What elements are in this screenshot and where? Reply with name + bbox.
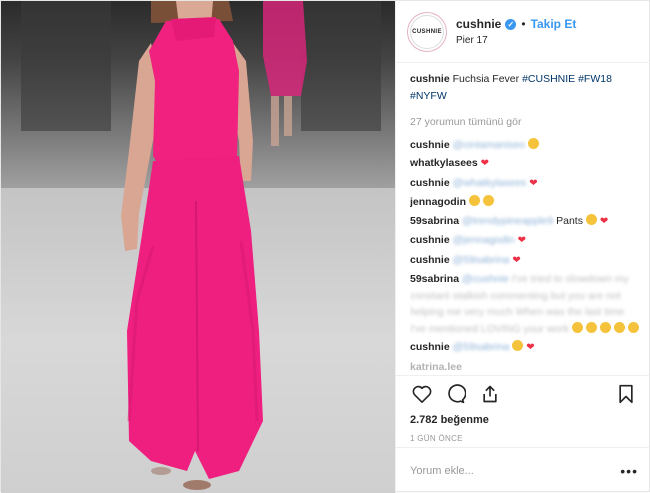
more-options-button[interactable]: ••• [620, 463, 638, 479]
comment-row: cushnie @59sabrina ❤ [410, 252, 642, 270]
runway-model-illustration [121, 1, 307, 490]
header-text: cushnie ✓ • Takip Et Pier 17 [456, 17, 576, 46]
hashtag-link[interactable]: #FW18 [578, 73, 612, 85]
heart-emoji-icon: ❤ [529, 177, 538, 189]
comment-mention[interactable]: @jennagodin [453, 234, 515, 246]
comment-username[interactable]: 59sabrina [410, 215, 459, 227]
smile-emoji-icon [528, 137, 540, 149]
post-header: CUSHNIE cushnie ✓ • Takip Et Pier 17 [396, 1, 650, 63]
comment-username[interactable]: cushnie [410, 139, 450, 151]
smile-emoji-icon [468, 195, 480, 206]
smile-emoji-icon [512, 340, 524, 351]
heart-outline-icon[interactable] [410, 382, 434, 406]
comment-mention[interactable]: @cintamaniseo [453, 139, 526, 151]
smile-emoji-icon [613, 321, 625, 333]
smile-emoji-icon [571, 321, 583, 333]
comment-row: whatkylasees ❤ [410, 155, 642, 173]
comment-row: cushnie @jennagodin ❤ [410, 232, 642, 250]
post-timestamp: 1 GÜN ÖNCE [410, 434, 463, 443]
smile-emoji-icon [585, 321, 597, 333]
post-photo[interactable] [1, 1, 395, 493]
smile-emoji-icon [627, 321, 639, 333]
comment-username[interactable]: jennagodin [410, 196, 466, 208]
add-comment-bar: ••• [396, 447, 650, 493]
username-link[interactable]: cushnie [456, 17, 501, 31]
caption-username[interactable]: cushnie [410, 73, 450, 85]
comment-mention[interactable]: @trendypineapple9 [462, 215, 553, 227]
caption: cushnie Fuchsia Fever #CUSHNIE #FW18 #NY… [410, 71, 642, 104]
comment-mention[interactable]: @59sabrina [453, 341, 510, 353]
view-all-comments-link[interactable]: 27 yorumun tümünü gör [410, 114, 642, 131]
comment-text: Pants [556, 214, 583, 227]
post-side-panel: CUSHNIE cushnie ✓ • Takip Et Pier 17 cus… [395, 1, 650, 493]
avatar[interactable]: CUSHNIE [410, 14, 444, 49]
comment-row: cushnie @59sabrina ❤ [410, 339, 642, 357]
smile-emoji-icon [482, 195, 494, 206]
comment-row: jennagodin [410, 194, 642, 211]
header-row: cushnie ✓ • Takip Et [456, 17, 576, 31]
heart-emoji-icon: ❤ [517, 235, 526, 246]
smile-emoji-icon [599, 321, 611, 333]
comment-mention[interactable]: @59sabrina [453, 254, 510, 266]
comment-username[interactable]: cushnie [410, 234, 450, 246]
comment-row: cushnie @whatkylasees ❤ [410, 175, 642, 193]
likes-count[interactable]: 2.782 beğenme [410, 414, 638, 426]
comment-row: katrina.lee [410, 359, 642, 374]
verified-check-icon: ✓ [505, 18, 517, 30]
heart-emoji-icon: ❤ [512, 254, 521, 266]
comment-username[interactable]: cushnie [410, 177, 450, 189]
bookmark-icon[interactable] [614, 382, 638, 406]
hashtag-link[interactable]: #CUSHNIE [522, 73, 575, 85]
comments-list[interactable]: cushnie Fuchsia Fever #CUSHNIE #FW18 #NY… [410, 71, 642, 373]
share-icon[interactable] [478, 382, 502, 406]
caption-text: Fuchsia Fever [452, 73, 520, 85]
comment-items: cushnie @cintamaniseo whatkylasees ❤ cus… [410, 137, 642, 374]
comment-username[interactable]: cushnie [410, 254, 450, 266]
hashtag-link[interactable]: #NYFW [410, 90, 447, 102]
instagram-post: CUSHNIE cushnie ✓ • Takip Et Pier 17 cus… [0, 0, 650, 493]
comment-bubble-icon[interactable] [444, 382, 468, 406]
action-bar: 2.782 beğenme 1 GÜN ÖNCE [396, 375, 650, 443]
action-icons [410, 382, 638, 406]
comment-row: 59sabrina @cushnie I've tried to slowdow… [410, 271, 642, 337]
heart-emoji-icon: ❤ [599, 215, 609, 227]
smile-emoji-icon [585, 213, 597, 225]
location-link[interactable]: Pier 17 [456, 35, 576, 46]
comment-username[interactable]: cushnie [410, 341, 450, 353]
follow-button[interactable]: Takip Et [531, 17, 577, 31]
comment-username[interactable]: whatkylasees [410, 157, 478, 169]
comment-username[interactable]: 59sabrina [410, 273, 459, 285]
heart-emoji-icon: ❤ [480, 158, 490, 169]
heart-emoji-icon: ❤ [526, 342, 535, 353]
comment-mention[interactable]: @whatkylasees [453, 177, 527, 189]
comment-input[interactable] [410, 464, 621, 477]
comment-mention[interactable]: @cushnie [462, 273, 509, 285]
comment-row: cushnie @cintamaniseo [410, 137, 642, 154]
comment-row: 59sabrina @trendypineapple9 Pants ❤ [410, 213, 642, 231]
comment-username[interactable]: katrina.lee [410, 361, 462, 373]
separator-dot: • [521, 17, 526, 31]
